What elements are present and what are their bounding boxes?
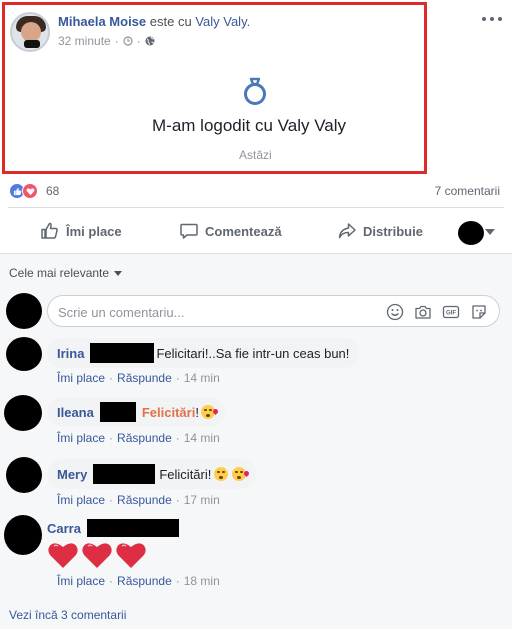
more-options-icon[interactable] [482,12,502,26]
sort-label: Cele mai relevante [9,266,110,280]
comment-actions: Îmi place · Răspunde · 14 min [57,431,220,445]
comment-icon [180,223,198,239]
meta-sep: · [114,34,119,48]
comment-like-link[interactable]: Îmi place [57,493,105,507]
meta-sep: · [175,431,180,445]
comment-button[interactable]: Comentează [179,216,282,246]
life-event-date: Astăzi [239,148,272,162]
love-reaction-icon [22,183,38,199]
globe-icon[interactable] [145,36,155,46]
post-headline: Mihaela Moise este cu Valy Valy. [58,14,250,29]
comment-time[interactable]: 17 min [184,493,220,507]
comment-text: Felicitări [141,404,196,420]
like-button[interactable]: Îmi place [40,216,122,246]
redacted-surname [90,343,155,363]
comment-composer[interactable]: GIF [47,295,500,327]
heart-emoji-comment [47,540,147,570]
kiss-emoji-icon [232,467,247,481]
share-label: Distribuie [363,223,423,239]
share-icon [338,223,356,239]
share-button[interactable]: Distribuie [337,216,423,246]
composer-tools: GIF [385,302,489,322]
viewer-avatar-redacted[interactable] [6,293,42,329]
like-label: Îmi place [66,223,122,239]
redacted-surname [86,519,179,537]
heart-icon [116,543,146,568]
comment-text: Felicitări! [159,466,212,482]
comment-label: Comentează [205,223,282,239]
clock-icon [123,36,133,46]
comment-like-link[interactable]: Îmi place [57,431,105,445]
comment-like-link[interactable]: Îmi place [57,574,105,588]
comment-time[interactable]: 14 min [184,371,220,385]
redacted-surname [93,464,156,484]
hug-emoji-icon [214,467,229,481]
headline-verb: este cu [149,14,192,29]
meta-sep: · [109,493,114,507]
author-name-link[interactable]: Mihaela Moise [58,14,146,29]
chevron-down-icon [114,270,123,276]
meta-sep: · [175,493,180,507]
meta-sep-2: · [136,34,141,48]
comment-reply-link[interactable]: Răspunde [117,574,172,588]
comment-input[interactable] [58,302,358,322]
tagged-user-link[interactable]: Valy Valy. [195,14,250,29]
like-icon [41,222,58,239]
comment-reply-link[interactable]: Răspunde [117,431,172,445]
comment-actions: Îmi place · Răspunde · 17 min [57,493,220,507]
post-meta: 32 minute · · [58,34,155,48]
reactions-count[interactable]: 68 [46,184,59,198]
commenter-avatar-redacted[interactable] [4,395,42,431]
audience-avatar-redacted[interactable] [458,221,484,245]
gif-icon[interactable]: GIF [441,302,461,322]
redacted-surname [99,402,136,422]
view-more-comments-link[interactable]: Vezi încă 3 comentarii [9,608,126,622]
sticker-icon[interactable] [469,302,489,322]
svg-text:GIF: GIF [446,311,456,317]
commenter-name[interactable]: Ileana [57,405,94,420]
post-timestamp[interactable]: 32 minute [58,34,111,48]
commenter-avatar-redacted[interactable] [4,515,42,555]
heart-icon [48,543,78,568]
comment-bubble: Ileana Felicitări ! [47,397,225,427]
author-avatar[interactable] [10,12,50,52]
commenter-avatar-redacted[interactable] [6,337,42,371]
meta-sep: · [175,371,180,385]
comment-text-suffix: ! [195,404,199,420]
comment-actions: Îmi place · Răspunde · 14 min [57,371,220,385]
comment-actions: Îmi place · Răspunde · 18 min [57,574,220,588]
meta-sep: · [109,431,114,445]
heart-icon [82,543,112,568]
commenter-name[interactable]: Carra [47,521,81,536]
commenter-name[interactable]: Irina [57,346,84,361]
comment-reply-link[interactable]: Răspunde [117,371,172,385]
comment-reply-link[interactable]: Răspunde [117,493,172,507]
ring-icon [244,77,266,105]
divider [8,207,504,208]
comment-text: Felicitari!..Sa fie intr-un ceas bun! [156,345,350,361]
kiss-emoji-icon [200,405,215,419]
comment-bubble: Irina Felicitari!..Sa fie intr-un ceas b… [47,338,360,368]
meta-sep: · [109,574,114,588]
meta-sep: · [109,371,114,385]
chevron-down-icon[interactable] [485,229,495,235]
comment-bubble: Mery Felicitări! [47,459,257,489]
emoji-icon[interactable] [385,302,405,322]
comment-time[interactable]: 18 min [184,574,220,588]
comment-time[interactable]: 14 min [184,431,220,445]
comment-header: Carra [47,519,179,537]
reaction-icons[interactable] [9,183,38,199]
meta-sep: · [175,574,180,588]
comments-count[interactable]: 7 comentarii [435,184,500,198]
camera-icon[interactable] [413,302,433,322]
commenter-avatar-redacted[interactable] [6,457,42,493]
comment-sort-dropdown[interactable]: Cele mai relevante [9,266,123,280]
commenter-name[interactable]: Mery [57,467,87,482]
comment-like-link[interactable]: Îmi place [57,371,105,385]
life-event-title: M-am logodit cu Valy Valy [152,116,346,135]
